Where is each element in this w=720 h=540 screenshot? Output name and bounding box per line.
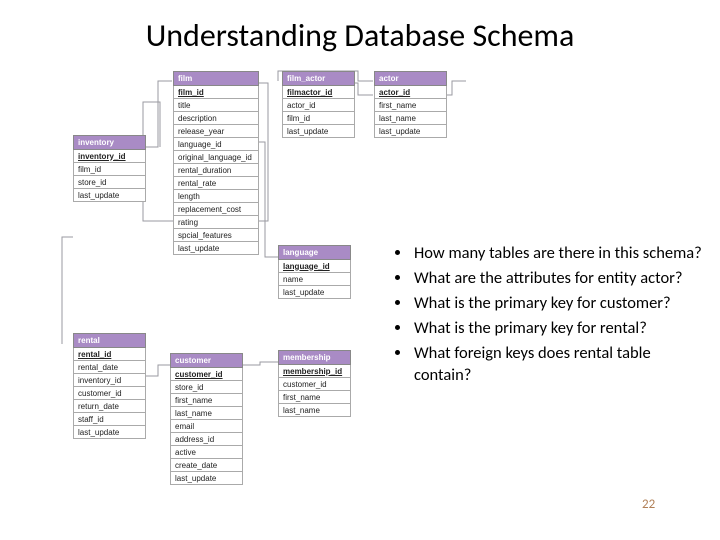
entity-actor: actoractor_idfirst_namelast_namelast_upd… [374, 71, 447, 138]
entity-membership: membershipmembership_idcustomer_idfirst_… [278, 350, 351, 417]
bullet-item: What foreign keys does rental table cont… [412, 343, 704, 385]
bullet-item: What is the primary key for customer? [412, 293, 704, 314]
page-number: 22 [642, 497, 655, 512]
diagram-stage: inventoryinventory_idfilm_idstore_idlast… [0, 65, 720, 535]
bullet-item: What are the attributes for entity actor… [412, 268, 704, 289]
entity-language: languagelanguage_idnamelast_update [278, 245, 351, 299]
entity-film-actor: film_actorfilmactor_idactor_idfilm_idlas… [282, 71, 355, 138]
entity-film: filmfilm_idtitledescriptionrelease_yearl… [173, 71, 259, 255]
entity-rental: rentalrental_idrental_dateinventory_idcu… [73, 333, 146, 439]
entity-inventory: inventoryinventory_idfilm_idstore_idlast… [73, 135, 146, 202]
bullet-item: How many tables are there in this schema… [412, 243, 704, 264]
bullet-item: What is the primary key for rental? [412, 318, 704, 339]
entity-customer: customercustomer_idstore_idfirst_namelas… [170, 353, 243, 485]
question-list: How many tables are there in this schema… [392, 243, 704, 390]
page-title: Understanding Database Schema [0, 0, 720, 65]
